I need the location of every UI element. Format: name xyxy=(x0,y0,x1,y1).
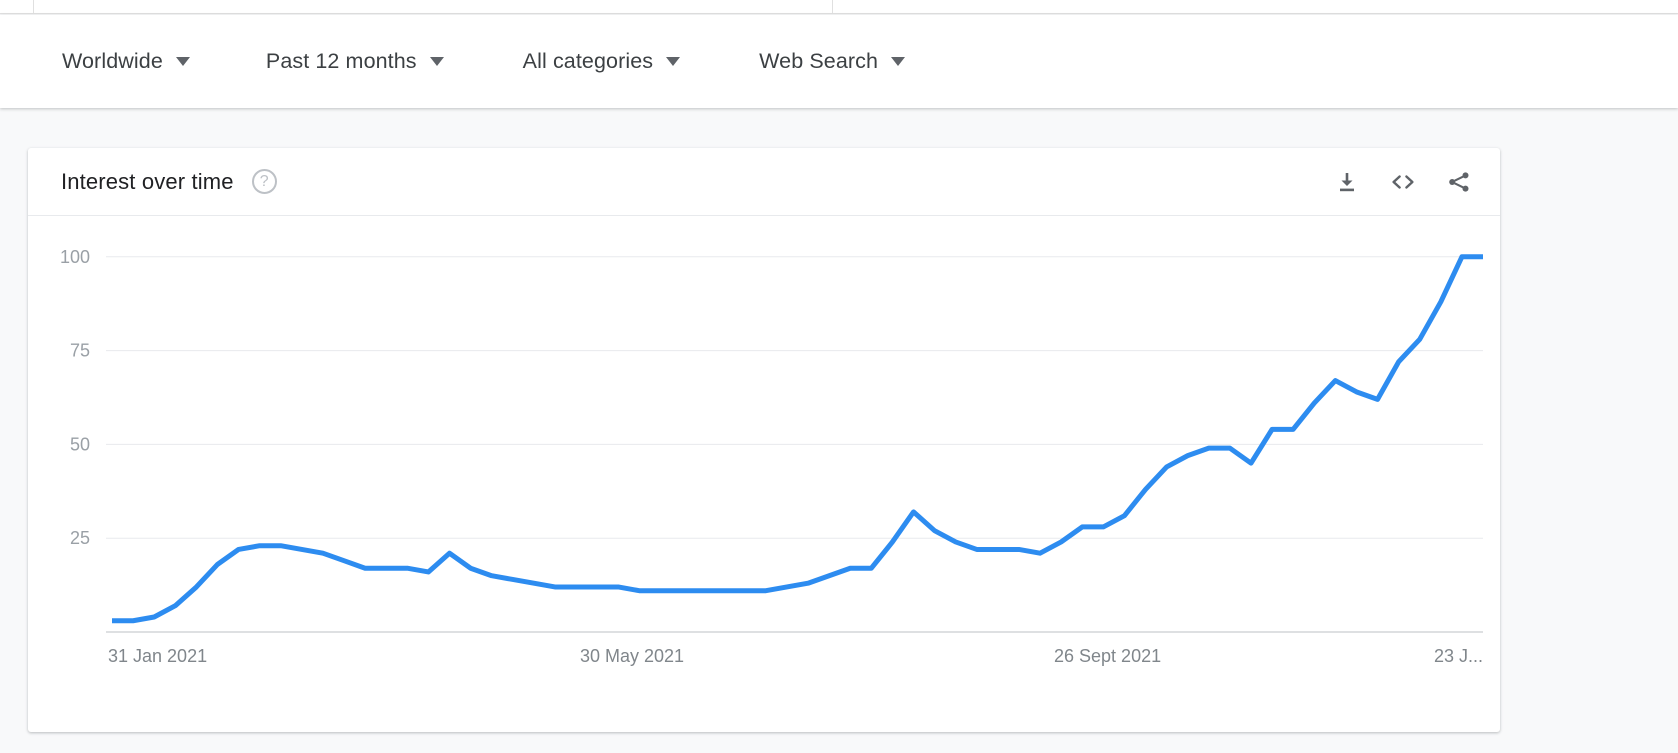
filter-time-range-label: Past 12 months xyxy=(266,49,417,74)
help-icon[interactable]: ? xyxy=(252,169,277,194)
interest-over-time-card: Interest over time ? xyxy=(28,148,1500,732)
y-axis-tick-label: 50 xyxy=(70,434,90,454)
embed-button[interactable] xyxy=(1388,167,1418,197)
x-axis-tick-label: 30 May 2021 xyxy=(580,646,684,666)
chevron-down-icon xyxy=(666,57,680,66)
y-axis-tick-label: 75 xyxy=(70,341,90,361)
filter-category-label: All categories xyxy=(523,49,653,74)
chevron-down-icon xyxy=(176,57,190,66)
filter-region[interactable]: Worldwide xyxy=(62,15,190,108)
x-axis-tick-label: 26 Sept 2021 xyxy=(1054,646,1161,666)
chevron-down-icon xyxy=(430,57,444,66)
chart-area: 25 50 75 100 31 Jan 2021 30 May 2021 26 Sept 2… xyxy=(28,216,1500,731)
filter-time-range[interactable]: Past 12 months xyxy=(266,15,444,108)
filter-region-label: Worldwide xyxy=(62,49,163,74)
x-axis-tick-label: 31 Jan 2021 xyxy=(108,646,207,666)
filter-category[interactable]: All categories xyxy=(523,15,680,108)
search-row-remnant xyxy=(0,0,1678,14)
y-axis-tick-label: 25 xyxy=(70,528,90,548)
share-button[interactable] xyxy=(1444,167,1474,197)
page-title: Interest over time xyxy=(61,169,234,195)
download-csv-button[interactable] xyxy=(1332,167,1362,197)
search-row-divider-left xyxy=(33,0,34,14)
filter-search-type[interactable]: Web Search xyxy=(759,15,905,108)
filter-search-type-label: Web Search xyxy=(759,49,878,74)
trend-line-series[interactable] xyxy=(112,257,1483,621)
card-actions xyxy=(1332,167,1474,197)
card-header: Interest over time ? xyxy=(28,148,1500,216)
y-axis-tick-label: 100 xyxy=(60,247,90,267)
filter-bar: Worldwide Past 12 months All categories … xyxy=(0,15,1678,108)
x-axis-tick-label: 23 J... xyxy=(1434,646,1483,666)
interest-over-time-chart[interactable]: 25 50 75 100 31 Jan 2021 30 May 2021 26 Sept 2… xyxy=(28,216,1500,731)
search-row-divider-right xyxy=(832,0,833,14)
chevron-down-icon xyxy=(891,57,905,66)
